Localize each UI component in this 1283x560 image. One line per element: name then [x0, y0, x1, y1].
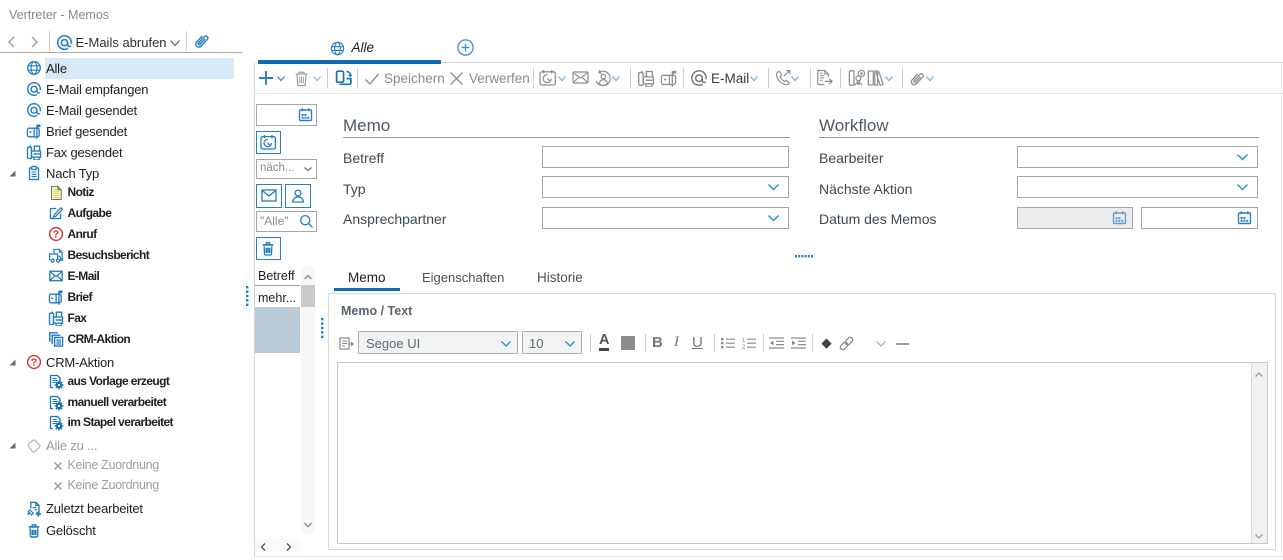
svg-text:1: 1 [742, 338, 746, 344]
svg-text:2: 2 [742, 345, 746, 349]
svg-text:?: ? [53, 228, 59, 240]
svg-text:?: ? [31, 356, 37, 368]
